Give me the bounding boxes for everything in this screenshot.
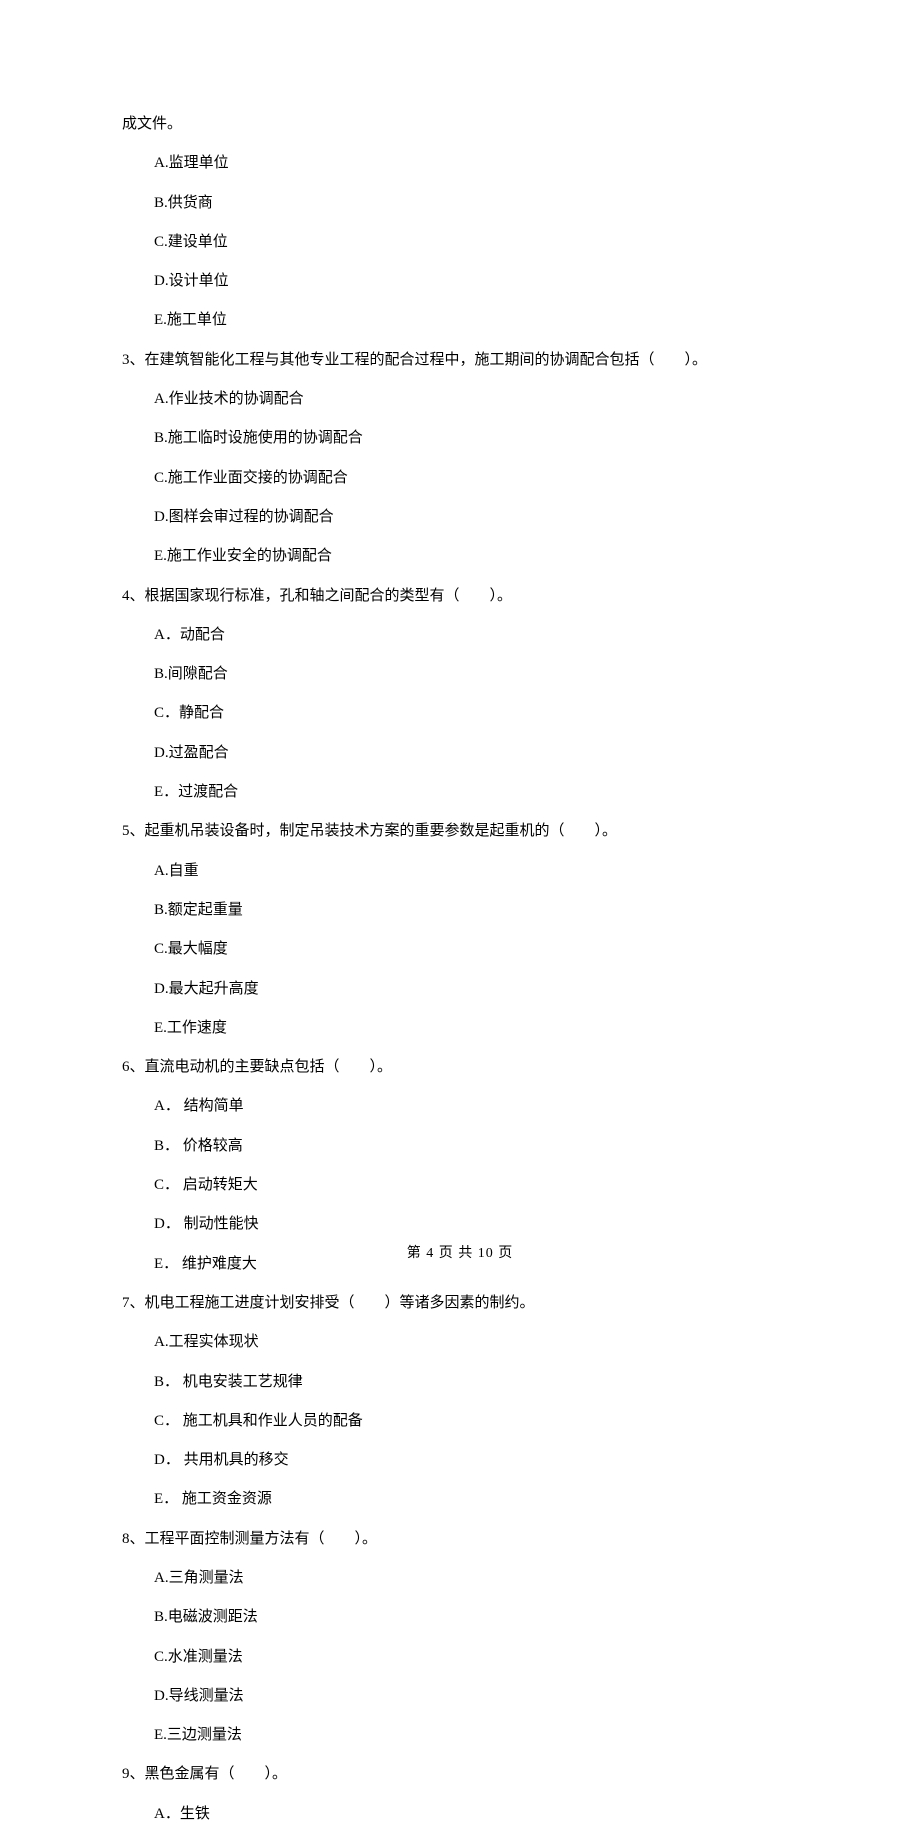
option-text: E.施工单位 <box>122 308 812 332</box>
option-text: A．动配合 <box>122 623 812 647</box>
option-text: C.最大幅度 <box>122 937 812 961</box>
question-number: 5、 <box>122 823 145 839</box>
question-text: 工程平面控制测量方法有（ ）。 <box>145 1531 378 1547</box>
option-text: D.图样会审过程的协调配合 <box>122 505 812 529</box>
option-text: D.导线测量法 <box>122 1684 812 1708</box>
option-text: D． 共用机具的移交 <box>122 1448 812 1472</box>
option-text: C.水准测量法 <box>122 1645 812 1669</box>
option-text: A． 结构简单 <box>122 1094 812 1118</box>
option-text: C． 施工机具和作业人员的配备 <box>122 1409 812 1433</box>
question-text: 在建筑智能化工程与其他专业工程的配合过程中，施工期间的协调配合包括（ ）。 <box>145 352 708 368</box>
question-number: 4、 <box>122 588 145 604</box>
option-text: B.供货商 <box>122 191 812 215</box>
question-stem: 8、工程平面控制测量方法有（ ）。 <box>122 1527 812 1551</box>
option-text: A．生铁 <box>122 1802 812 1826</box>
question-number: 6、 <box>122 1059 145 1075</box>
question-text: 黑色金属有（ ）。 <box>145 1766 288 1782</box>
option-text: D.最大起升高度 <box>122 977 812 1001</box>
option-text: B.电磁波测距法 <box>122 1605 812 1629</box>
option-text: C.施工作业面交接的协调配合 <box>122 466 812 490</box>
option-text: A.三角测量法 <box>122 1566 812 1590</box>
question-number: 7、 <box>122 1295 145 1311</box>
question-stem: 4、根据国家现行标准，孔和轴之间配合的类型有（ ）。 <box>122 584 812 608</box>
option-text: D.设计单位 <box>122 269 812 293</box>
option-text: E． 施工资金资源 <box>122 1487 812 1511</box>
option-text: A.工程实体现状 <box>122 1330 812 1354</box>
option-text: B.间隙配合 <box>122 662 812 686</box>
page: 成文件。 A.监理单位 B.供货商 C.建设单位 D.设计单位 E.施工单位 3… <box>0 0 920 1302</box>
option-text: A.自重 <box>122 859 812 883</box>
question-stem: 5、起重机吊装设备时，制定吊装技术方案的重要参数是起重机的（ ）。 <box>122 819 812 843</box>
question-number: 3、 <box>122 352 145 368</box>
option-text: C． 启动转矩大 <box>122 1173 812 1197</box>
question-stem: 7、机电工程施工进度计划安排受（ ）等诸多因素的制约。 <box>122 1291 812 1315</box>
option-text: A.作业技术的协调配合 <box>122 387 812 411</box>
question-stem: 6、直流电动机的主要缺点包括（ ）。 <box>122 1055 812 1079</box>
option-text: B． 价格较高 <box>122 1134 812 1158</box>
question-stem: 3、在建筑智能化工程与其他专业工程的配合过程中，施工期间的协调配合包括（ ）。 <box>122 348 812 372</box>
fragment-continuation: 成文件。 <box>122 112 812 136</box>
option-text: A.监理单位 <box>122 151 812 175</box>
content-area: 成文件。 A.监理单位 B.供货商 C.建设单位 D.设计单位 E.施工单位 3… <box>122 112 812 1841</box>
option-text: B.额定起重量 <box>122 898 812 922</box>
question-number: 9、 <box>122 1766 145 1782</box>
question-text: 起重机吊装设备时，制定吊装技术方案的重要参数是起重机的（ ）。 <box>145 823 618 839</box>
question-text: 根据国家现行标准，孔和轴之间配合的类型有（ ）。 <box>145 588 513 604</box>
option-text: E.施工作业安全的协调配合 <box>122 544 812 568</box>
question-text: 机电工程施工进度计划安排受（ ）等诸多因素的制约。 <box>145 1295 535 1311</box>
option-text: C．静配合 <box>122 701 812 725</box>
option-text: D.过盈配合 <box>122 741 812 765</box>
option-text: C.建设单位 <box>122 230 812 254</box>
page-footer: 第 4 页 共 10 页 <box>0 1243 920 1266</box>
option-text: D． 制动性能快 <box>122 1212 812 1236</box>
question-text: 直流电动机的主要缺点包括（ ）。 <box>145 1059 393 1075</box>
option-text: E．过渡配合 <box>122 780 812 804</box>
option-text: B.施工临时设施使用的协调配合 <box>122 426 812 450</box>
option-text: B． 机电安装工艺规律 <box>122 1370 812 1394</box>
question-stem: 9、黑色金属有（ ）。 <box>122 1762 812 1786</box>
question-number: 8、 <box>122 1531 145 1547</box>
option-text: E.工作速度 <box>122 1016 812 1040</box>
option-text: E.三边测量法 <box>122 1723 812 1747</box>
